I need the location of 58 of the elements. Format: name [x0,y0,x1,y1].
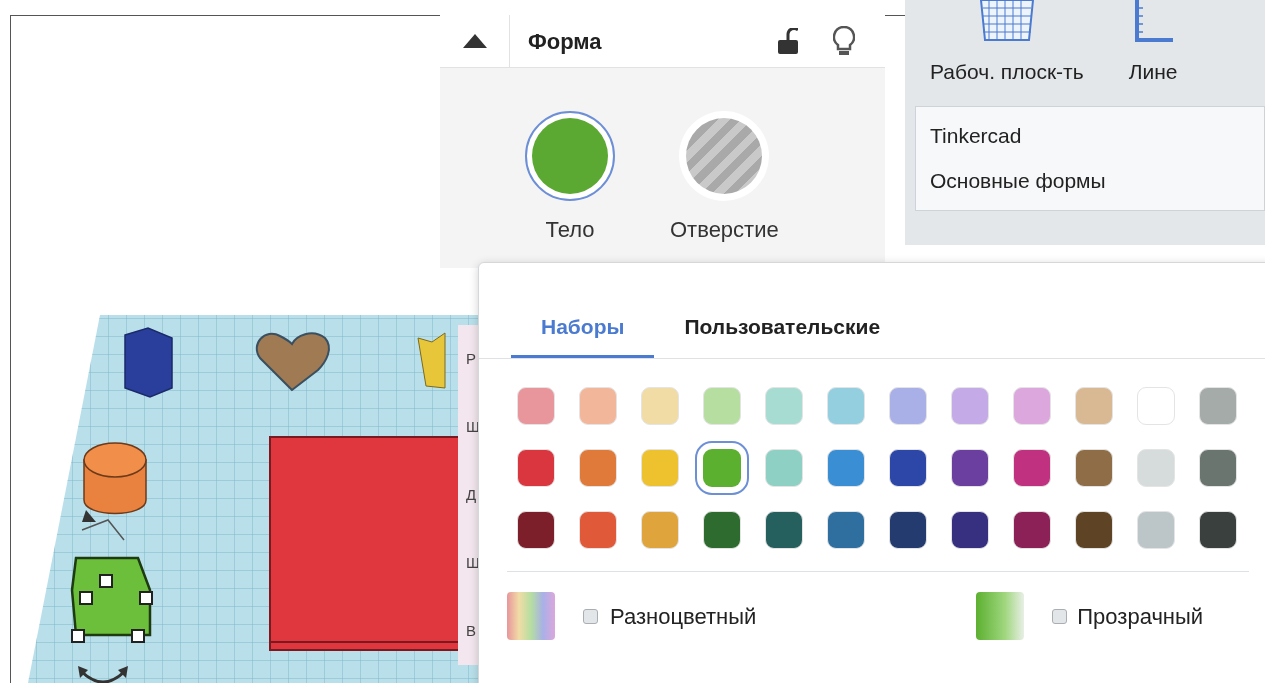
color-swatch[interactable] [641,387,679,425]
color-swatch[interactable] [1075,449,1113,487]
color-swatch[interactable] [765,449,803,487]
color-swatch[interactable] [517,449,555,487]
color-swatch[interactable] [579,387,617,425]
mode-label: Отверстие [670,216,779,244]
color-swatch[interactable] [889,449,927,487]
toolbar-button[interactable]: Лине [1128,0,1178,88]
color-swatch[interactable] [641,449,679,487]
color-swatch[interactable] [1199,511,1237,549]
rainbow-swatch-icon [507,592,555,640]
color-swatch[interactable] [765,511,803,549]
color-swatch[interactable] [1075,387,1113,425]
color-swatch[interactable] [579,511,617,549]
transparent-swatch-icon [976,592,1025,640]
mode-label: Тело [545,216,595,244]
color-swatch[interactable] [703,511,741,549]
panel-title: Форма [528,27,603,56]
color-swatch[interactable] [827,387,865,425]
property-label: Р [466,348,477,369]
toolbar-button[interactable]: Рабоч. плоск-ть [930,0,1084,88]
checkbox[interactable] [583,608,598,624]
color-swatch[interactable] [765,387,803,425]
color-swatch[interactable] [703,387,741,425]
color-swatch[interactable] [889,511,927,549]
color-swatch[interactable] [1137,449,1175,487]
color-swatch[interactable] [579,449,617,487]
color-swatch[interactable] [517,387,555,425]
color-swatch[interactable] [1137,387,1175,425]
dropdown-text: Основные формы [930,168,1107,194]
color-swatch[interactable] [951,511,989,549]
shape-library-dropdown[interactable]: Tinkercad Основные формы [915,105,1265,211]
color-swatch[interactable] [1199,387,1237,425]
color-swatch[interactable] [1013,511,1051,549]
color-swatch[interactable] [1137,511,1175,549]
color-swatch[interactable] [951,387,989,425]
rotate-arrow-icon [78,666,128,683]
tab[interactable]: Наборы [511,298,655,358]
lightbulb-icon[interactable] [833,26,855,56]
color-swatch[interactable] [641,511,679,549]
lock-icon[interactable] [778,28,798,54]
color-swatch[interactable] [951,449,989,487]
property-label: Д [466,484,478,505]
color-swatch[interactable] [517,511,555,549]
color-swatch[interactable] [1013,387,1051,425]
color-swatch[interactable] [1075,511,1113,549]
checkbox[interactable] [1052,608,1068,624]
dropdown-text: Tinkercad [930,122,1023,149]
property-label: В [466,620,477,641]
color-swatch[interactable] [1199,449,1237,487]
color-swatch[interactable] [827,449,865,487]
tab[interactable]: Пользовательские [654,298,911,358]
color-swatch[interactable] [827,511,865,549]
color-swatch[interactable] [889,387,927,425]
option-label: Разноцветный [610,602,757,631]
option-label: Прозрачный [1077,602,1204,631]
cone-shape [81,510,125,541]
color-swatch[interactable] [1013,449,1051,487]
